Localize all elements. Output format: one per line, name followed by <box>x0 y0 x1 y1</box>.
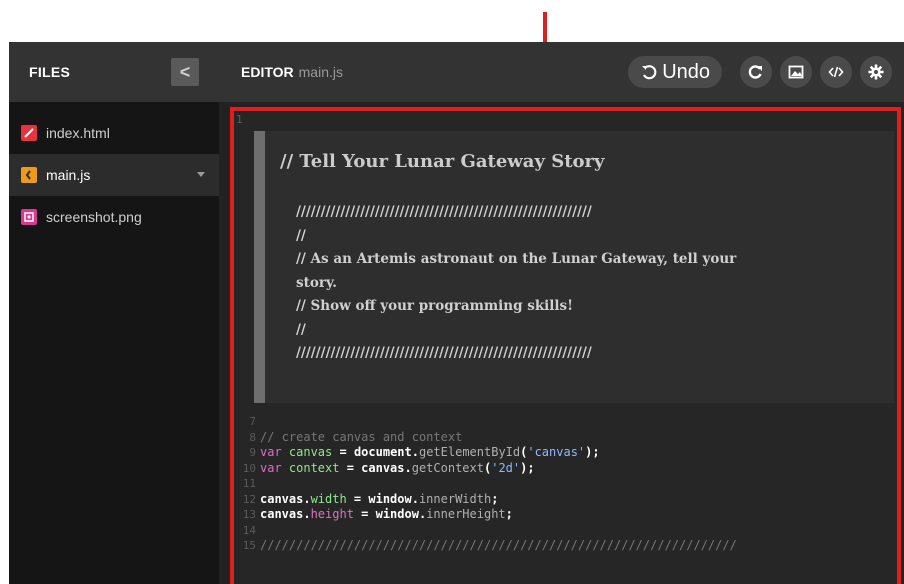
file-name: screenshot.png <box>46 209 142 225</box>
line-number: 11 <box>242 477 256 490</box>
file-name: index.html <box>46 125 110 141</box>
code-token: innerHeight <box>426 507 506 521</box>
code-line: 8 // create canvas and context <box>234 430 897 446</box>
line-number: 8 <box>249 430 256 444</box>
editor-toolbar: Undo <box>628 56 892 88</box>
code-token: width <box>310 491 347 506</box>
code-token: = window. <box>353 507 427 521</box>
code-editor-app: FILES < index.html main.js screenshot.pn… <box>9 42 904 584</box>
code-token: 'canvas' <box>527 445 586 459</box>
code-area[interactable]: 1 // Tell Your Lunar Gateway Story /////… <box>230 107 901 584</box>
comment-widget: // Tell Your Lunar Gateway Story ///////… <box>254 131 894 403</box>
editor-filename: main.js <box>298 64 343 80</box>
editor-panel: EDITOR main.js Undo 1 // Tell Your Lunar… <box>219 42 904 584</box>
code-line: 9 var canvas = document.getElementById('c… <box>234 445 897 461</box>
chevron-down-icon[interactable] <box>197 172 205 177</box>
line-number: 12 <box>242 492 256 506</box>
collapse-sidebar-button[interactable]: < <box>171 58 199 86</box>
comment-accent-bar <box>254 131 265 403</box>
file-item-main-js[interactable]: main.js <box>9 154 219 196</box>
code-text: // create canvas and context <box>260 430 462 446</box>
editor-header: EDITOR main.js Undo <box>219 42 904 102</box>
code-line: 15 //////////////////////////////////////… <box>234 538 897 554</box>
chevron-left-icon: < <box>179 61 191 82</box>
image-icon <box>788 65 804 79</box>
settings-button[interactable] <box>860 56 892 88</box>
comment-line: // <box>296 321 306 338</box>
comment-line: story. <box>296 274 337 291</box>
code-token: canvas. <box>260 491 311 506</box>
code-line: 11 <box>234 476 897 492</box>
gear-icon <box>868 64 884 80</box>
code-text: canvas.width = window.innerWidth; <box>260 492 498 508</box>
code-token: getElementById <box>418 445 521 459</box>
files-title: FILES <box>29 64 71 80</box>
code-token: canvas <box>288 445 333 459</box>
code-token: = document. <box>332 445 419 459</box>
comment-lines: ////////////////////////////////////////… <box>296 201 884 366</box>
refresh-icon <box>748 65 762 79</box>
code-token: ////////////////////////////////////////… <box>260 538 737 552</box>
line-number: 13 <box>242 508 256 521</box>
refresh-button[interactable] <box>740 56 772 88</box>
undo-button[interactable]: Undo <box>628 56 722 88</box>
html-file-icon <box>21 125 37 141</box>
line-number: 9 <box>249 446 256 459</box>
files-header: FILES < <box>9 42 219 102</box>
file-item-index-html[interactable]: index.html <box>9 112 219 154</box>
code-token: canvas. <box>260 507 311 521</box>
code-line: 12 canvas.width = window.innerWidth; <box>234 492 897 508</box>
code-token: innerWidth <box>418 491 492 506</box>
file-item-screenshot-png[interactable]: screenshot.png <box>9 196 219 238</box>
files-sidebar: FILES < index.html main.js screenshot.pn… <box>9 42 219 584</box>
code-token: ); <box>585 445 600 459</box>
editor-label: EDITOR <box>241 64 294 80</box>
view-code-button[interactable] <box>820 56 852 88</box>
code-text: ////////////////////////////////////////… <box>260 538 737 554</box>
code-token: '2d' <box>491 460 521 475</box>
line-number: 1 <box>236 113 243 126</box>
code-line: 14 <box>234 523 897 539</box>
code-line: 13 canvas.height = window.innerHeight; <box>234 507 897 523</box>
code-token: = window. <box>346 491 419 506</box>
comment-line: // As an Artemis astronaut on the Lunar … <box>296 251 737 267</box>
comment-line: ////////////////////////////////////////… <box>296 345 592 361</box>
code-line: 10 var context = canvas.getContext('2d'); <box>234 461 897 477</box>
code-token: ; <box>505 507 513 521</box>
comment-line: // Show off your programming skills! <box>296 298 574 314</box>
comment-title: // Tell Your Lunar Gateway Story <box>280 151 605 172</box>
line-number: 10 <box>242 461 256 475</box>
image-file-icon <box>21 209 37 225</box>
code-line: 7 <box>234 414 897 430</box>
undo-icon <box>642 65 657 80</box>
code-token: getContext <box>411 460 484 475</box>
comment-line: // <box>296 227 306 244</box>
code-token: ); <box>520 460 535 475</box>
code-lines: 7 8 // create canvas and context 9 var canv… <box>234 414 897 554</box>
line-number: 15 <box>242 539 256 552</box>
code-token: var <box>260 445 289 459</box>
file-list: index.html main.js screenshot.png <box>9 102 219 238</box>
code-token: = canvas. <box>339 460 412 475</box>
file-name: main.js <box>46 167 91 183</box>
code-text: var context = canvas.getContext('2d'); <box>260 461 535 477</box>
js-file-icon <box>21 167 37 183</box>
undo-label: Undo <box>662 60 710 83</box>
code-text: var canvas = document.getElementById('ca… <box>260 445 600 461</box>
code-text: canvas.height = window.innerHeight; <box>260 507 513 523</box>
line-number: 7 <box>249 415 256 428</box>
code-token: // create canvas and context <box>260 429 463 444</box>
code-token: context <box>288 460 340 475</box>
code-token: ; <box>491 491 499 506</box>
code-icon <box>828 66 844 78</box>
code-token: height <box>310 507 354 521</box>
comment-line: ////////////////////////////////////////… <box>296 204 592 220</box>
insert-image-button[interactable] <box>780 56 812 88</box>
code-token: var <box>260 460 289 475</box>
line-number: 14 <box>242 523 256 537</box>
